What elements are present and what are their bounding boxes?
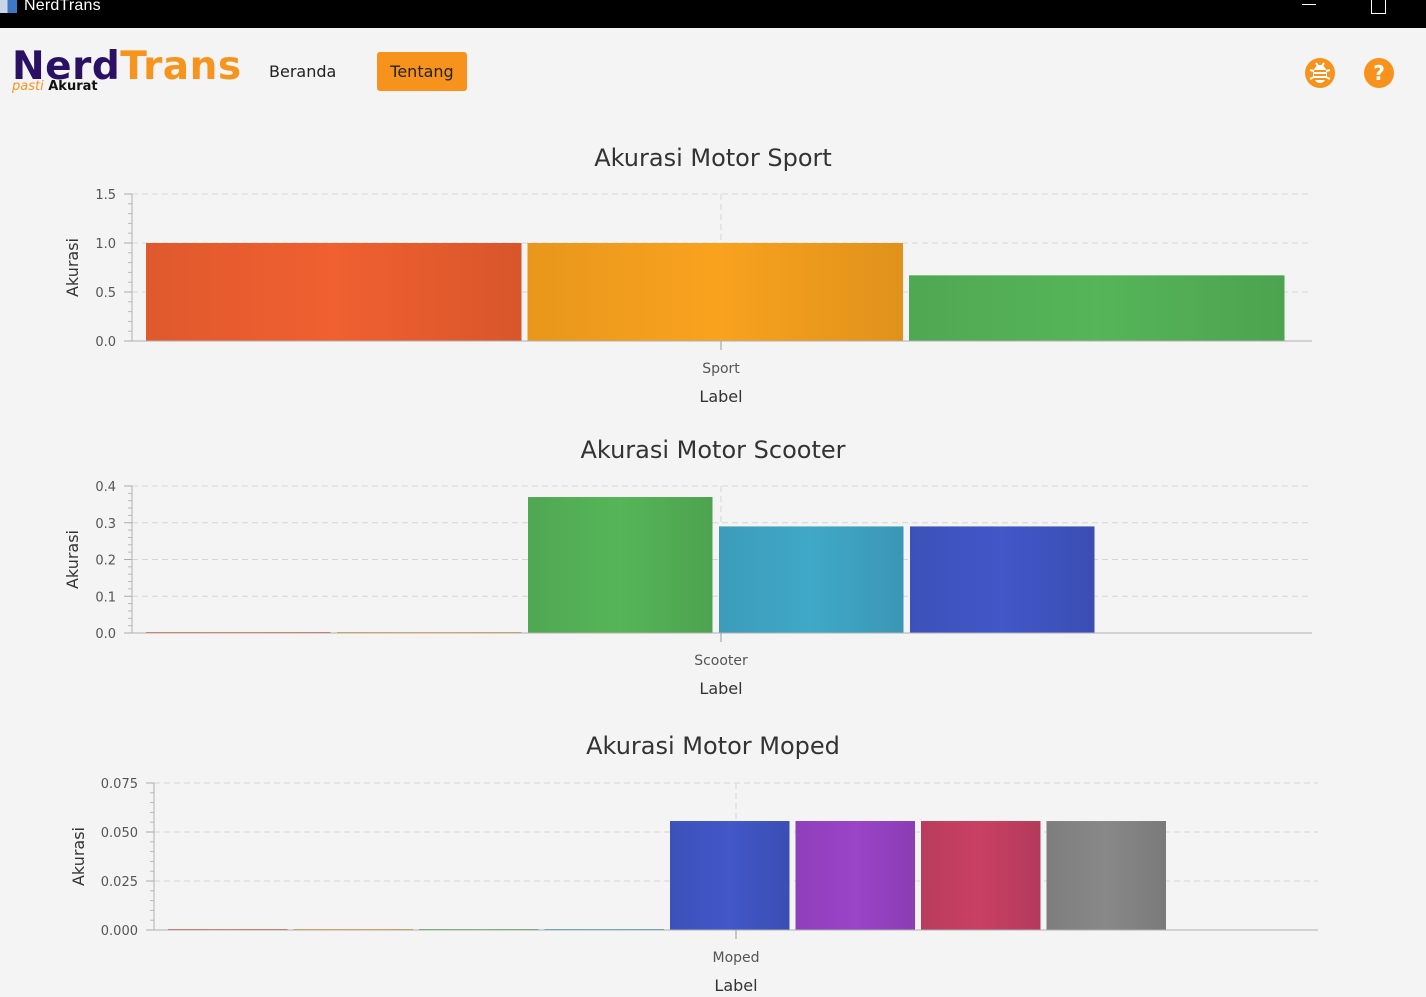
x-category-label: Moped [712, 950, 759, 966]
nerdtrans-logo: NerdTrans pasti Akurat [12, 44, 242, 104]
y-axis-label: Akurasi [63, 238, 82, 297]
chart-plot: 0.0 0.1 0.2 0.3 0.4 Scooter Label Akurasi [63, 480, 1312, 698]
help-icon[interactable]: ? [1364, 58, 1394, 88]
logo-tagline: pasti Akurat [12, 79, 98, 95]
chart-scooter: Akurasi Motor Scooter 0.0 0.1 0.2 0.3 0.4 Sco… [0, 432, 1426, 712]
y-tick-label: 0.4 [95, 480, 116, 495]
y-tick-label: 1.0 [95, 237, 116, 252]
bar-series-3[interactable] [909, 275, 1285, 341]
y-tick-label: 0.2 [95, 554, 116, 569]
tagline-pasti: pasti [12, 79, 44, 94]
y-tick-label: 0.1 [95, 590, 116, 605]
x-category-label: Scooter [694, 653, 748, 669]
y-tick-label: 0.5 [95, 286, 116, 301]
y-tick-label: 1.5 [95, 188, 116, 203]
bar-series-5[interactable] [910, 526, 1095, 633]
bar-series-6[interactable] [795, 821, 916, 930]
x-axis-label: Label [699, 679, 742, 698]
bar-series-8[interactable] [1046, 821, 1167, 930]
nav-tentang-button[interactable]: Tentang [377, 52, 467, 91]
bar-series-3[interactable] [528, 497, 713, 633]
x-axis-label: Label [714, 976, 757, 995]
logo-trans: Trans [120, 44, 242, 89]
x-axis-label: Label [699, 387, 742, 406]
y-axis-label: Akurasi [63, 530, 82, 589]
chart-plot: 0.000 0.025 0.050 0.075 Moped Label Akurasi [69, 777, 1318, 995]
maximize-button[interactable] [1362, 0, 1392, 20]
bar-series-7[interactable] [921, 821, 1041, 930]
bar-series-2[interactable] [527, 243, 904, 341]
bar-series-4[interactable] [719, 526, 904, 633]
y-axis-label: Akurasi [69, 827, 88, 886]
y-tick-label: 0.0 [95, 627, 116, 642]
y-tick-label: 0.3 [95, 517, 116, 532]
bug-icon[interactable] [1305, 58, 1335, 88]
app-icon [0, 0, 17, 13]
window-title: NerdTrans [24, 0, 101, 14]
bar-series-5[interactable] [670, 821, 790, 930]
chart-moped: Akurasi Motor Moped 0.000 0.025 0.050 0.075… [0, 728, 1426, 997]
chart-sport: Akurasi Motor Sport 0.0 0.5 1.0 1.5 Sport Lab… [0, 140, 1426, 420]
y-tick-label: 0.075 [101, 777, 138, 792]
app-header: NerdTrans pasti Akurat Beranda Tentang ? [0, 28, 1426, 118]
nav-beranda-button[interactable]: Beranda [257, 52, 348, 91]
y-tick-label: 0.025 [101, 875, 138, 890]
y-tick-label: 0.050 [101, 826, 138, 841]
bar-series-1[interactable] [146, 243, 522, 341]
x-category-label: Sport [702, 361, 740, 377]
y-tick-label: 0.000 [101, 924, 138, 939]
chart-plot: 0.0 0.5 1.0 1.5 Sport Label Akurasi [63, 188, 1312, 406]
window-titlebar: NerdTrans [0, 0, 1426, 28]
minimize-button[interactable] [1294, 0, 1324, 20]
y-tick-label: 0.0 [95, 335, 116, 350]
tagline-akurat: Akurat [48, 79, 98, 94]
